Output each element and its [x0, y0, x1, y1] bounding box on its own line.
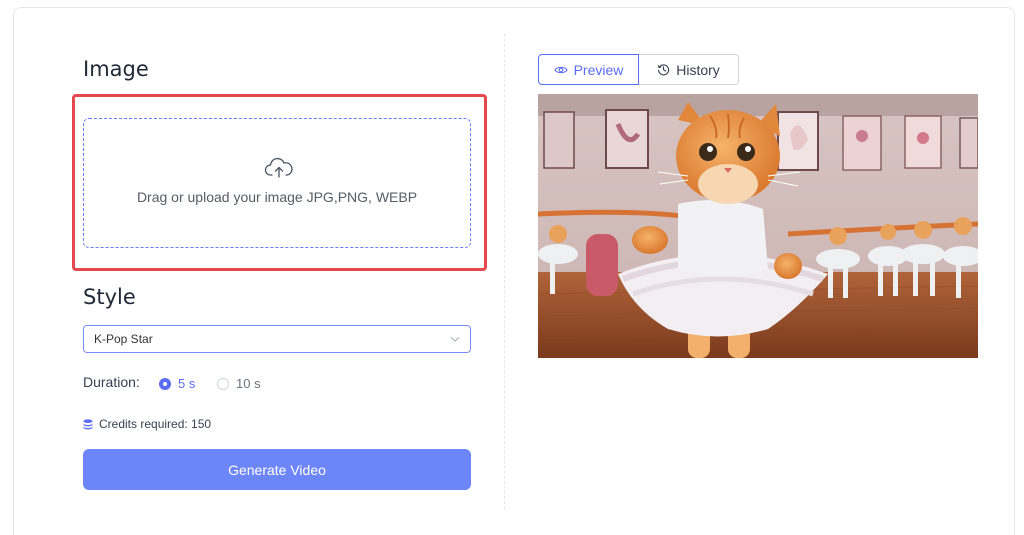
image-section-title: Image: [83, 57, 149, 81]
tab-history-label: History: [676, 61, 720, 78]
duration-option-label: 5 s: [178, 376, 196, 391]
credits-info: Credits required: 150: [83, 417, 211, 431]
tab-history[interactable]: History: [639, 54, 739, 85]
style-select-value: K-Pop Star: [94, 332, 153, 346]
panel-divider: [504, 34, 505, 509]
cloud-upload-icon: [264, 157, 293, 178]
radio-checked-icon: [159, 377, 171, 390]
duration-option-5s[interactable]: 5 s: [159, 376, 195, 391]
tab-preview-label: Preview: [573, 61, 624, 78]
image-upload-dropzone[interactable]: Drag or upload your image JPG,PNG, WEBP: [83, 118, 471, 248]
duration-label: Duration:: [83, 374, 140, 390]
coins-stack-icon: [83, 418, 93, 429]
upload-instructions: Drag or upload your image JPG,PNG, WEBP: [136, 189, 418, 205]
style-section-title: Style: [83, 285, 136, 309]
chevron-down-icon: [450, 337, 460, 342]
duration-option-label: 10 s: [236, 376, 261, 391]
preview-tabs: Preview History: [538, 54, 739, 85]
history-clock-icon: [657, 64, 670, 76]
radio-unchecked-icon: [217, 377, 229, 390]
style-select[interactable]: K-Pop Star: [83, 325, 471, 353]
generate-video-button[interactable]: Generate Video: [83, 449, 471, 490]
preview-image: [538, 94, 978, 358]
duration-option-10s[interactable]: 10 s: [217, 376, 261, 391]
cat-ballerina-illustration: [538, 94, 978, 358]
eye-icon: [553, 66, 568, 73]
tab-preview[interactable]: Preview: [538, 54, 639, 85]
credits-text: Credits required: 150: [99, 417, 212, 431]
